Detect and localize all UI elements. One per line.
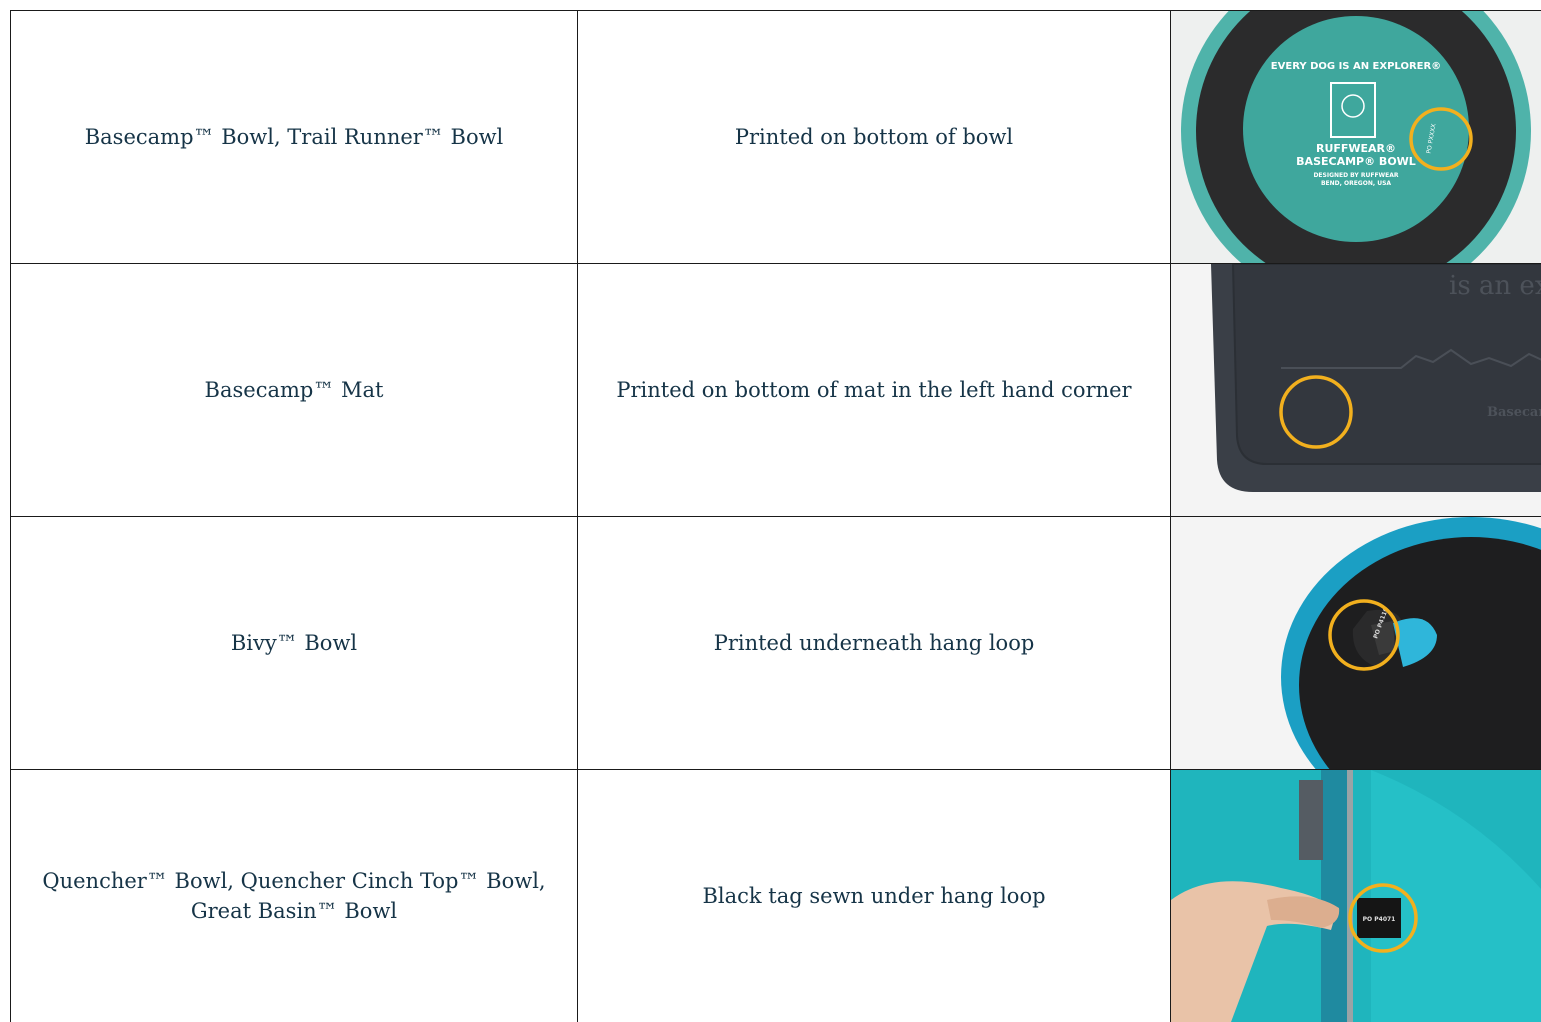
location-cell: Black tag sewn under hang loop bbox=[578, 770, 1171, 1022]
bowl-text-line: BASECAMP® BOWL bbox=[1296, 155, 1416, 168]
tag-text-line: PO P4071 bbox=[1363, 916, 1396, 923]
location-description: Printed on bottom of mat in the left han… bbox=[578, 375, 1170, 405]
product-cell: Quencher™ Bowl, Quencher Cinch Top™ Bowl… bbox=[11, 770, 578, 1022]
location-description: Printed underneath hang loop bbox=[578, 628, 1170, 658]
photo-cell: is an ex Basecam bbox=[1171, 264, 1541, 517]
table-row: Basecamp™ Bowl, Trail Runner™ Bowl Print… bbox=[11, 11, 1541, 264]
location-cell: Printed on bottom of mat in the left han… bbox=[578, 264, 1171, 517]
product-cell: Basecamp™ Mat bbox=[11, 264, 578, 517]
photo-cell: EVERY DOG IS AN EXPLORER® RUFFWEAR® BASE… bbox=[1171, 11, 1541, 264]
quencher-tag-photo-icon: PO P4071 bbox=[1171, 770, 1541, 1022]
bowl-text-line: DESIGNED BY RUFFWEAR bbox=[1313, 172, 1398, 179]
photo-cell: PO P4110 bbox=[1171, 517, 1541, 770]
product-cell: Basecamp™ Bowl, Trail Runner™ Bowl bbox=[11, 11, 578, 264]
photo-cell: PO P4071 bbox=[1171, 770, 1541, 1022]
location-cell: Printed on bottom of bowl bbox=[578, 11, 1171, 264]
bowl-text-line: BEND, OREGON, USA bbox=[1321, 180, 1391, 187]
location-description: Black tag sewn under hang loop bbox=[578, 881, 1170, 911]
product-cell: Bivy™ Bowl bbox=[11, 517, 578, 770]
product-name: Quencher™ Bowl, Quencher Cinch Top™ Bowl… bbox=[11, 866, 577, 926]
bowl-text-line: EVERY DOG IS AN EXPLORER® bbox=[1271, 61, 1441, 72]
mat-bottom-photo-icon: is an ex Basecam bbox=[1171, 264, 1541, 516]
location-cell: Printed underneath hang loop bbox=[578, 517, 1171, 770]
po-number-location-table: Basecamp™ Bowl, Trail Runner™ Bowl Print… bbox=[10, 10, 1541, 1022]
product-name: Basecamp™ Mat bbox=[11, 375, 577, 405]
bowl-bottom-photo-icon: EVERY DOG IS AN EXPLORER® RUFFWEAR® BASE… bbox=[1171, 11, 1541, 263]
bowl-text-line: RUFFWEAR® bbox=[1316, 142, 1396, 155]
product-name: Bivy™ Bowl bbox=[11, 628, 577, 658]
table-row: Bivy™ Bowl Printed underneath hang loop … bbox=[11, 517, 1541, 770]
mat-text-line: is an ex bbox=[1449, 271, 1541, 301]
table-row: Quencher™ Bowl, Quencher Cinch Top™ Bowl… bbox=[11, 770, 1541, 1022]
mat-text-line: Basecam bbox=[1487, 405, 1541, 420]
bivy-loop-photo-icon: PO P4110 bbox=[1171, 517, 1541, 769]
product-name: Basecamp™ Bowl, Trail Runner™ Bowl bbox=[11, 122, 577, 152]
location-description: Printed on bottom of bowl bbox=[578, 122, 1170, 152]
table-row: Basecamp™ Mat Printed on bottom of mat i… bbox=[11, 264, 1541, 517]
